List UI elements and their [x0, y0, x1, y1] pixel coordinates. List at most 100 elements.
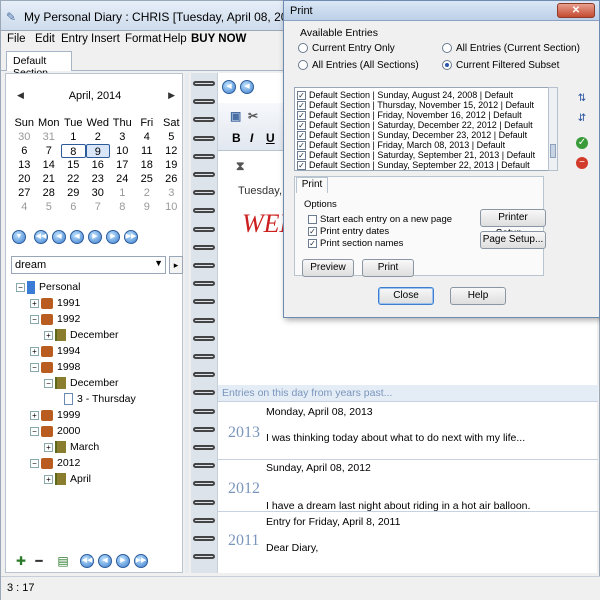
calendar-day[interactable]: 21 [37, 172, 62, 186]
menu-insert[interactable]: Insert [91, 33, 120, 45]
calendar-day[interactable]: 19 [159, 158, 184, 172]
close-button[interactable]: Close [378, 287, 434, 305]
nav-next-month-icon[interactable]: ▶ [106, 230, 120, 244]
calendar-day[interactable]: 30 [12, 130, 37, 144]
scrollbar-thumb[interactable] [550, 144, 556, 158]
tree-item-march[interactable]: + March [44, 440, 99, 454]
expand-icon[interactable]: + [44, 474, 53, 484]
menu-file[interactable]: File [7, 33, 26, 45]
underline-button[interactable]: U [266, 131, 275, 145]
calendar-day[interactable]: 23 [86, 172, 111, 186]
entry-check-row[interactable]: ✓ Default Section | Thursday, November 15… [297, 100, 534, 111]
calendar-day[interactable]: 7 [37, 144, 62, 158]
nav-prev-day-icon[interactable]: ◀ [70, 230, 84, 244]
checkbox[interactable]: ✓ [308, 226, 317, 236]
calendar-day[interactable]: 6 [12, 144, 37, 158]
calendar-day[interactable]: 31 [37, 130, 62, 144]
calendar-day[interactable]: 13 [12, 158, 37, 172]
search-dropdown[interactable]: dream ▼ [11, 256, 166, 274]
past-entry[interactable]: 2011 Entry for Friday, April 8, 2011 Dea… [218, 511, 598, 573]
sort-za-icon[interactable]: ⇵ [576, 113, 588, 125]
nav-first-icon[interactable]: ▼ [12, 230, 26, 244]
menu-buy-now[interactable]: BUY NOW [191, 33, 246, 45]
collapse-icon[interactable]: − [30, 458, 39, 468]
calendar-day[interactable]: 25 [135, 172, 160, 186]
entry-check-row[interactable]: ✓ Default Section | Saturday, December 22… [297, 120, 533, 131]
checkbox[interactable]: ✓ [297, 101, 306, 111]
collapse-icon[interactable]: − [16, 282, 25, 292]
calendar-day[interactable]: 16 [86, 158, 111, 172]
tree-first-icon[interactable]: ◀◀ [80, 554, 94, 568]
nav-prev-month-icon[interactable]: ◀ [52, 230, 66, 244]
chk-new-page[interactable]: Start each entry on a new page [308, 214, 452, 225]
calendar-day[interactable]: 17 [110, 158, 135, 172]
preview-button[interactable]: Preview [302, 259, 354, 277]
calendar-day[interactable]: 5 [37, 200, 62, 214]
tree-item-december-1992[interactable]: + December [44, 328, 118, 342]
calendar-day[interactable]: 30 [86, 186, 111, 200]
expand-icon[interactable]: + [30, 410, 39, 420]
cut-icon[interactable]: ✂ [248, 109, 258, 123]
tree-item-1992[interactable]: − 1992 [30, 312, 80, 326]
entry-check-row[interactable]: ✓ Default Section | Sunday, September 22,… [297, 160, 530, 170]
menu-format[interactable]: Format [125, 33, 161, 45]
checkbox[interactable]: ✓ [308, 238, 317, 248]
panel-splitter[interactable] [185, 73, 189, 573]
calendar-day[interactable]: 10 [159, 200, 184, 214]
calendar-next-icon[interactable]: ▶ [168, 90, 175, 101]
menu-help[interactable]: Help [163, 33, 187, 45]
tree-item-april[interactable]: + April [44, 472, 91, 486]
bold-button[interactable]: B [232, 131, 241, 145]
entry-check-row[interactable]: ✓ Default Section | Friday, March 08, 201… [297, 140, 505, 151]
calendar-day[interactable]: 14 [37, 158, 62, 172]
menu-entry[interactable]: Entry [61, 33, 88, 45]
collapse-icon[interactable]: − [30, 426, 39, 436]
tree-item-1991[interactable]: +1991 [30, 296, 80, 310]
calendar-day[interactable]: 1 [61, 130, 86, 144]
calendar-day[interactable]: 8 [110, 200, 135, 214]
calendar-day[interactable]: 24 [110, 172, 135, 186]
page-setup-button[interactable]: Page Setup... [480, 231, 546, 249]
calendar-day[interactable]: 6 [61, 200, 86, 214]
past-entry[interactable]: 2013 Monday, April 08, 2013 I was thinki… [218, 401, 598, 459]
tree-next-icon[interactable]: ▶ [116, 554, 130, 568]
checkbox[interactable]: ✓ [297, 121, 306, 131]
radio-all-sections[interactable]: All Entries (All Sections) [298, 60, 419, 71]
calendar-day[interactable]: 15 [61, 158, 86, 172]
calendar-day[interactable]: 2 [86, 130, 111, 144]
nav-next-day-icon[interactable]: ▶ [88, 230, 102, 244]
nav-next-year-icon[interactable]: ▶▶ [124, 230, 138, 244]
radio-current-entry[interactable]: Current Entry Only [298, 43, 395, 54]
calendar-day[interactable]: 22 [61, 172, 86, 186]
checkbox[interactable] [308, 214, 317, 224]
entry-check-row[interactable]: ✓ Default Section | Sunday, December 23, … [297, 130, 527, 141]
checkbox[interactable]: ✓ [297, 91, 306, 101]
chk-entry-dates[interactable]: ✓ Print entry dates [308, 226, 389, 237]
document-icon[interactable]: ▤ [56, 554, 70, 568]
tree-prev-icon[interactable]: ◀ [98, 554, 112, 568]
calendar-day[interactable]: 28 [37, 186, 62, 200]
menu-edit[interactable]: Edit [35, 33, 55, 45]
entry-check-row[interactable]: ✓ Default Section | Friday, November 16, … [297, 110, 522, 121]
entry-check-row[interactable]: ✓ Default Section | Saturday, September 2… [297, 150, 535, 161]
calendar-day[interactable]: 3 [110, 130, 135, 144]
checkbox[interactable]: ✓ [297, 141, 306, 151]
calendar-day[interactable]: 4 [135, 130, 160, 144]
calendar-day[interactable]: 7 [86, 200, 111, 214]
chk-section-names[interactable]: ✓ Print section names [308, 238, 403, 249]
sort-az-icon[interactable]: ⇅ [576, 93, 588, 105]
expand-icon[interactable]: + [44, 330, 53, 340]
tree-item-1999[interactable]: +1999 [30, 408, 80, 422]
print-button[interactable]: Print [362, 259, 414, 277]
calendar-day[interactable]: 9 [135, 200, 160, 214]
entry-check-row[interactable]: ✓ Default Section | Sunday, August 24, 20… [297, 90, 513, 101]
tab-default-section[interactable]: Default Section [6, 51, 72, 79]
calendar-day[interactable]: 8 [61, 144, 86, 158]
collapse-icon[interactable]: − [30, 362, 39, 372]
entries-scrollbar[interactable] [548, 87, 558, 171]
entry-back-icon[interactable]: ◀ [240, 80, 254, 94]
tree-item-2012[interactable]: − 2012 [30, 456, 80, 470]
close-icon[interactable]: ✕ [557, 3, 595, 18]
tree-item-december-1998[interactable]: − December [44, 376, 118, 390]
radio-all-current-section[interactable]: All Entries (Current Section) [442, 43, 580, 54]
